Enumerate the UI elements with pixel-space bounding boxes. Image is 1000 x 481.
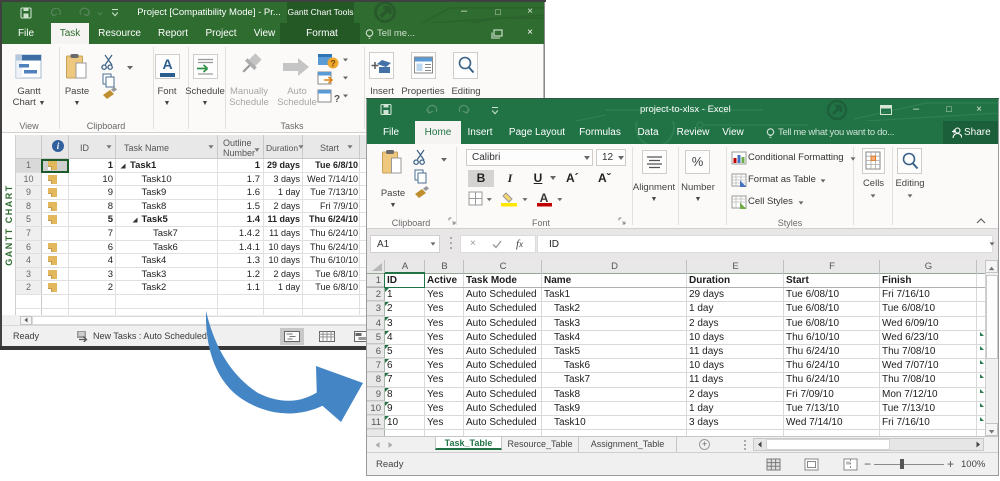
svg-text:?: ? xyxy=(334,94,340,105)
svg-text:A: A xyxy=(540,191,549,205)
svg-text:?: ? xyxy=(330,59,336,69)
